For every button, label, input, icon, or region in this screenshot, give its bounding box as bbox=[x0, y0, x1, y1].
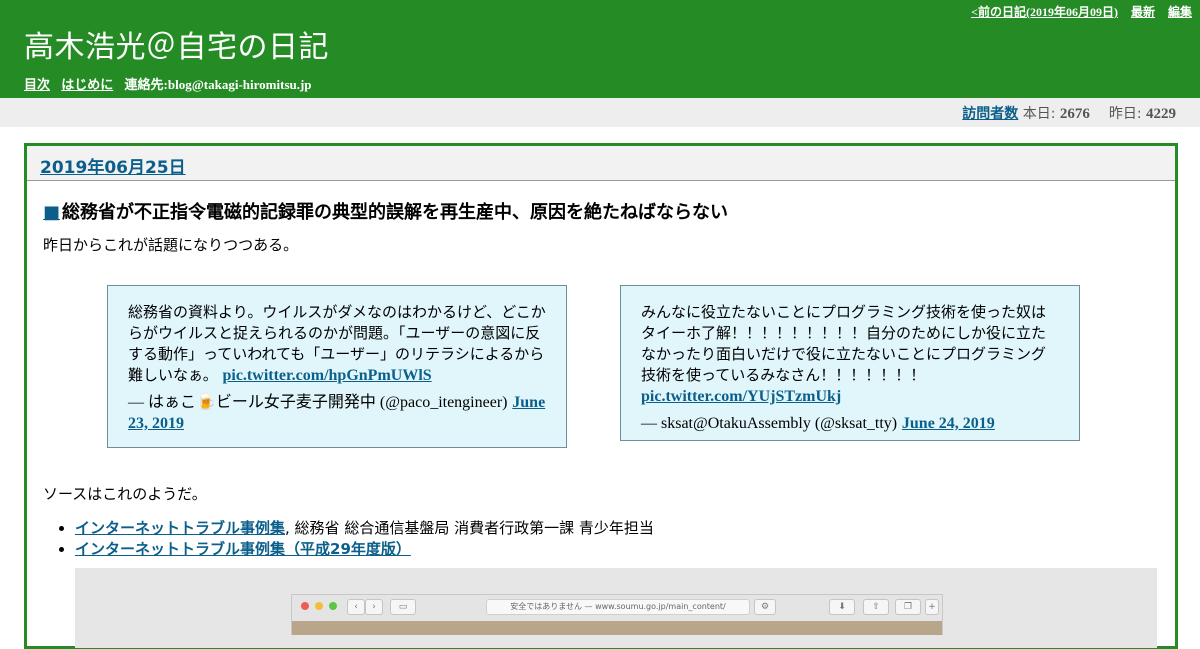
day-date-link[interactable]: 2019年06月25日 bbox=[40, 153, 186, 178]
latest-link[interactable]: 最新 bbox=[1131, 5, 1155, 19]
today-label: 本日: bbox=[1022, 106, 1056, 122]
edit-link[interactable]: 編集 bbox=[1168, 5, 1192, 19]
sub-nav: 目次 はじめに 連絡先:blog@takagi-hiromitsu.jp bbox=[24, 74, 312, 93]
sidebar-icon: ▭ bbox=[390, 599, 416, 615]
day-header: 2019年06月25日 bbox=[27, 146, 1175, 181]
share-icon: ⇧ bbox=[863, 599, 889, 615]
zoom-dot-icon bbox=[329, 602, 337, 610]
prev-diary-link[interactable]: <前の日記(2019年06月09日) bbox=[971, 5, 1118, 19]
back-arrow-icon: ‹ bbox=[347, 599, 365, 615]
yesterday-label: 昨日: bbox=[1108, 106, 1142, 122]
tweet-attribution: — はぁこ🍺ビール女子麦子開発中 (@paco_itengineer) June… bbox=[128, 392, 546, 434]
embedded-screenshot: ‹ › ▭ 安全ではありません — www.soumu.go.jp/main_c… bbox=[75, 568, 1157, 648]
intro-paragraph: 昨日からこれが話題になりつつある。 bbox=[43, 236, 299, 254]
tweet-author: — はぁこ🍺ビール女子麦子開発中 (@paco_itengineer) bbox=[128, 394, 508, 411]
list-item: インターネットトラブル事例集（平成29年度版） bbox=[75, 539, 654, 560]
browser-content bbox=[292, 621, 942, 635]
source-description: , 総務省 総合通信基盤局 消費者行政第一課 青少年担当 bbox=[285, 519, 654, 537]
tweet-date-link[interactable]: June 24, 2019 bbox=[902, 415, 995, 432]
visitor-bar: 訪問者数 本日: 2676 昨日: 4229 bbox=[0, 98, 1200, 127]
section-title-text: 総務省が不正指令電磁的記録罪の典型的誤解を再生産中、原因を絶たねばならない bbox=[62, 202, 729, 223]
tweet-pic-link[interactable]: pic.twitter.com/YUjSTzmUkj bbox=[641, 388, 841, 405]
embedded-tweet: 総務省の資料より。ウイルスがダメなのはわかるけど、どこからがウイルスと捉えられる… bbox=[107, 285, 567, 448]
section-anchor-link[interactable]: ■ bbox=[43, 202, 60, 223]
visitor-count-link[interactable]: 訪問者数 bbox=[962, 106, 1018, 122]
site-header: <前の日記(2019年06月09日) 最新 編集 高木浩光＠自宅の日記 目次 は… bbox=[0, 0, 1200, 98]
tweet-body: みんなに役立たないことにプログラミング技術を使った奴はタイーホ了解！！！！！！！… bbox=[641, 303, 1047, 384]
settings-gear-icon: ⚙ bbox=[754, 599, 776, 615]
top-nav: <前の日記(2019年06月09日) 最新 編集 bbox=[961, 3, 1192, 20]
download-icon: ⬇ bbox=[829, 599, 855, 615]
source-paragraph: ソースはこれのようだ。 bbox=[43, 485, 207, 503]
tabs-icon: ❐ bbox=[895, 599, 921, 615]
diary-day: 2019年06月25日 ■ 総務省が不正指令電磁的記録罪の典型的誤解を再生産中、原… bbox=[24, 143, 1178, 649]
tweet-text: 総務省の資料より。ウイルスがダメなのはわかるけど、どこからがウイルスと捉えられる… bbox=[128, 302, 546, 386]
embedded-tweet: みんなに役立たないことにプログラミング技術を使った奴はタイーホ了解！！！！！！！… bbox=[620, 285, 1080, 441]
site-title: 高木浩光＠自宅の日記 bbox=[24, 30, 329, 65]
minimize-dot-icon bbox=[315, 602, 323, 610]
forward-arrow-icon: › bbox=[365, 599, 383, 615]
browser-window: ‹ › ▭ 安全ではありません — www.soumu.go.jp/main_c… bbox=[291, 594, 943, 635]
toc-link[interactable]: 目次 bbox=[24, 77, 50, 92]
source-link[interactable]: インターネットトラブル事例集（平成29年度版） bbox=[75, 540, 411, 558]
tweet-pic-link[interactable]: pic.twitter.com/hpGnPmUWlS bbox=[222, 367, 431, 384]
tweet-author: — sksat@OtakuAssembly (@sksat_tty) bbox=[641, 415, 898, 432]
source-link[interactable]: インターネットトラブル事例集 bbox=[75, 519, 285, 537]
list-item: インターネットトラブル事例集, 総務省 総合通信基盤局 消費者行政第一課 青少年… bbox=[75, 518, 654, 539]
contact-text: 連絡先:blog@takagi-hiromitsu.jp bbox=[124, 77, 312, 92]
close-dot-icon bbox=[301, 602, 309, 610]
tweet-text: みんなに役立たないことにプログラミング技術を使った奴はタイーホ了解！！！！！！！… bbox=[641, 302, 1059, 407]
section-title: ■ 総務省が不正指令電磁的記録罪の典型的誤解を再生産中、原因を絶たねばならない bbox=[43, 198, 728, 224]
browser-url-bar: 安全ではありません — www.soumu.go.jp/main_content… bbox=[486, 599, 750, 615]
visitor-counter: 訪問者数 本日: 2676 昨日: 4229 bbox=[962, 103, 1176, 123]
introduction-link[interactable]: はじめに bbox=[61, 77, 113, 92]
today-count: 2676 bbox=[1059, 106, 1090, 122]
source-list: インターネットトラブル事例集, 総務省 総合通信基盤局 消費者行政第一課 青少年… bbox=[75, 518, 654, 560]
new-tab-plus-icon: + bbox=[925, 599, 939, 615]
yesterday-count: 4229 bbox=[1146, 106, 1176, 122]
tweet-attribution: — sksat@OtakuAssembly (@sksat_tty) June … bbox=[641, 413, 1059, 434]
